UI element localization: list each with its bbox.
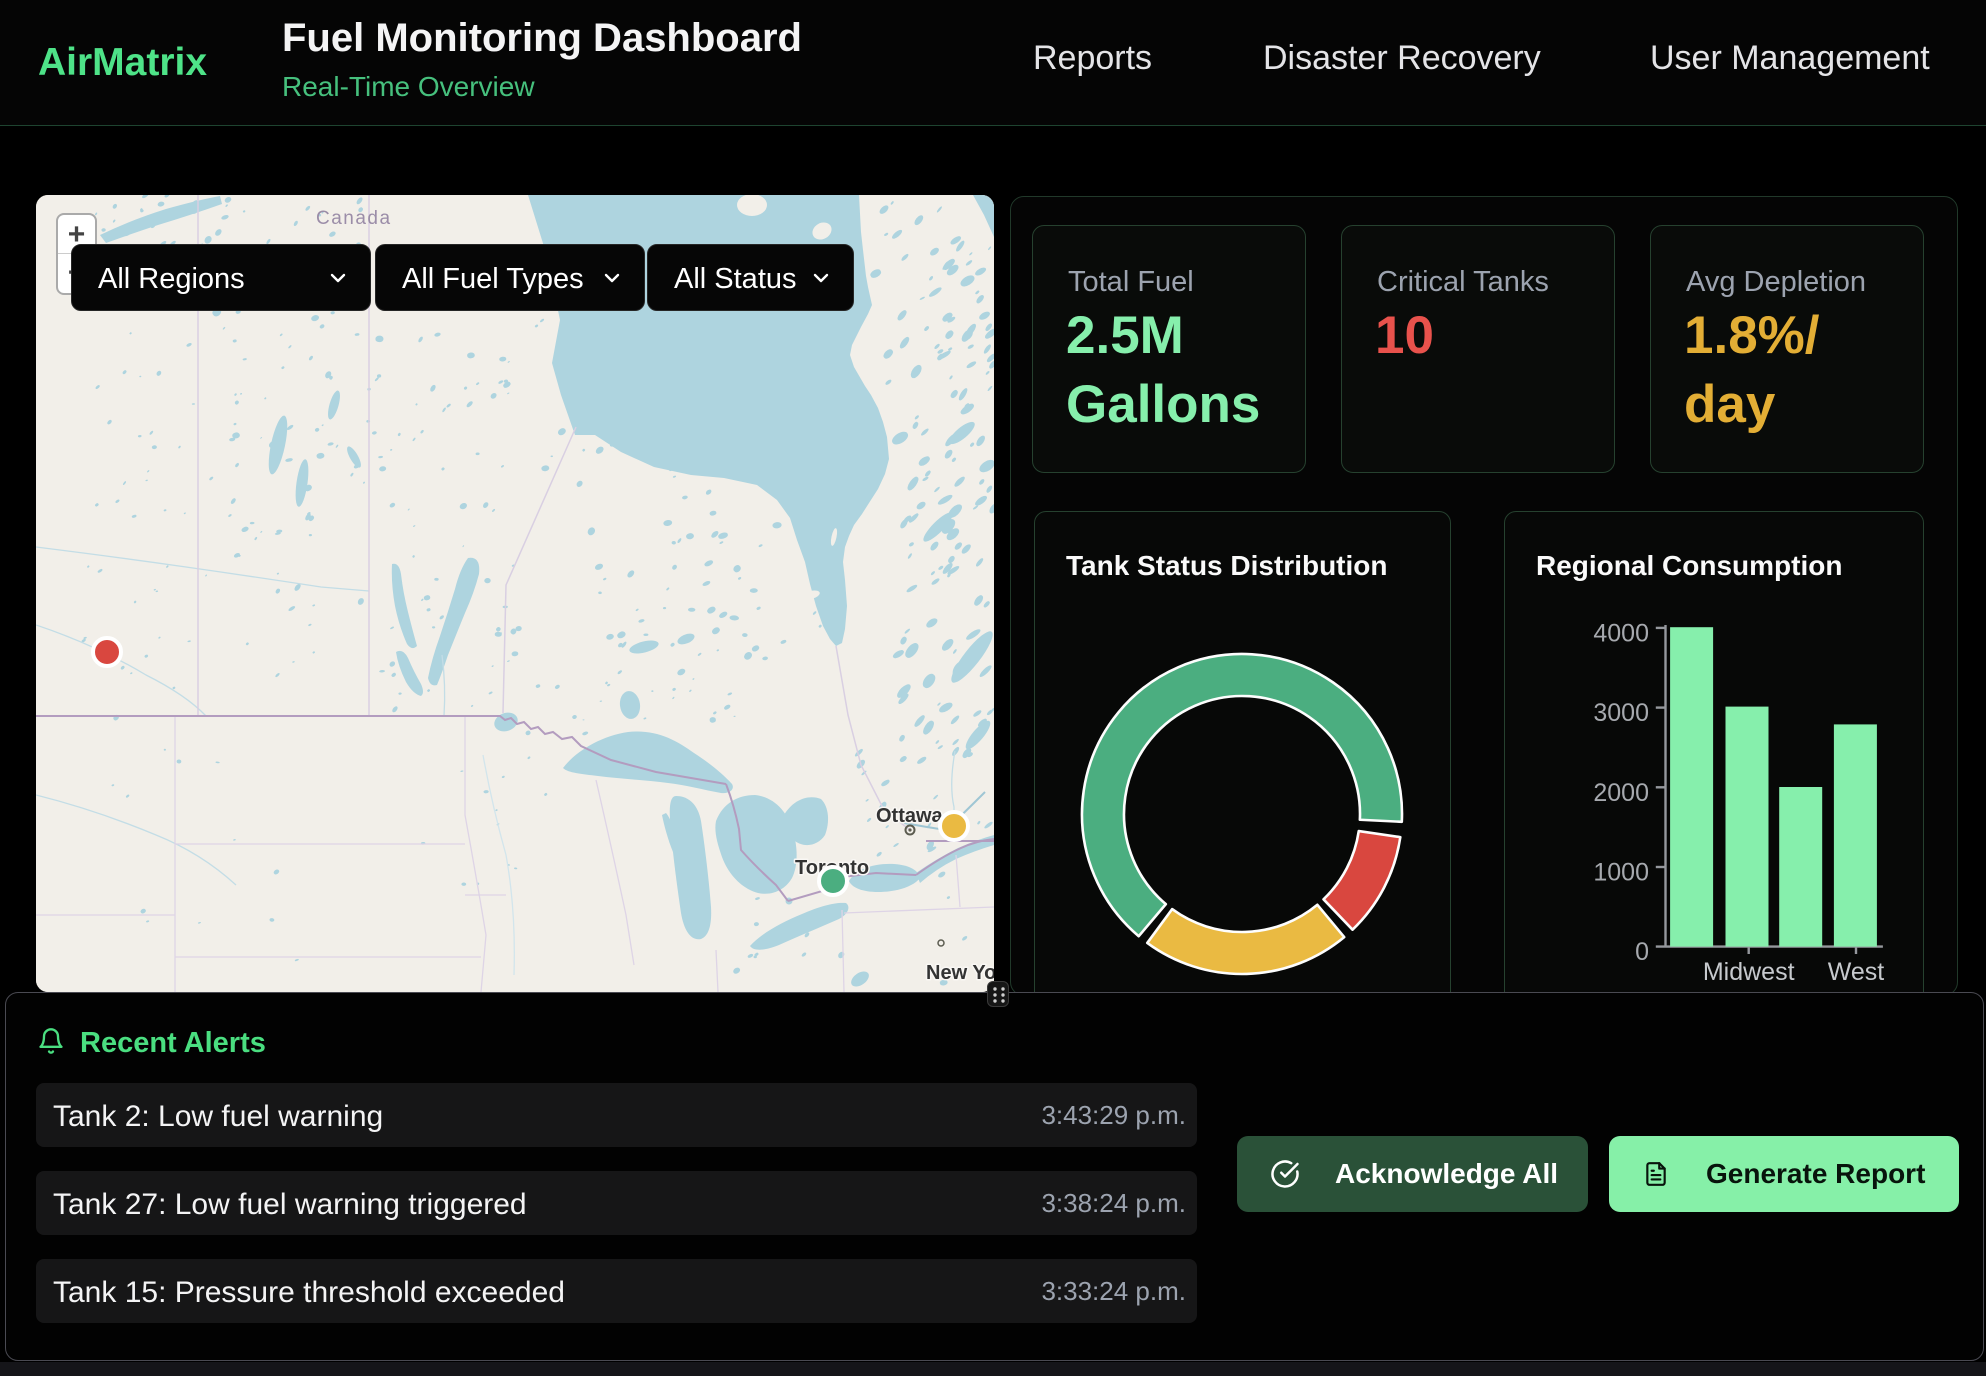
svg-text:New York: New York	[926, 962, 994, 984]
svg-text:3000: 3000	[1593, 699, 1649, 727]
svg-text:2000: 2000	[1593, 779, 1649, 807]
svg-text:Ottawa: Ottawa	[876, 805, 944, 827]
svg-text:1000: 1000	[1593, 859, 1649, 887]
svg-text:Canada: Canada	[316, 208, 392, 229]
svg-text:4000: 4000	[1593, 619, 1649, 647]
svg-text:West: West	[1828, 958, 1885, 986]
svg-text:0: 0	[1635, 938, 1649, 966]
svg-text:Midwest: Midwest	[1703, 958, 1795, 986]
